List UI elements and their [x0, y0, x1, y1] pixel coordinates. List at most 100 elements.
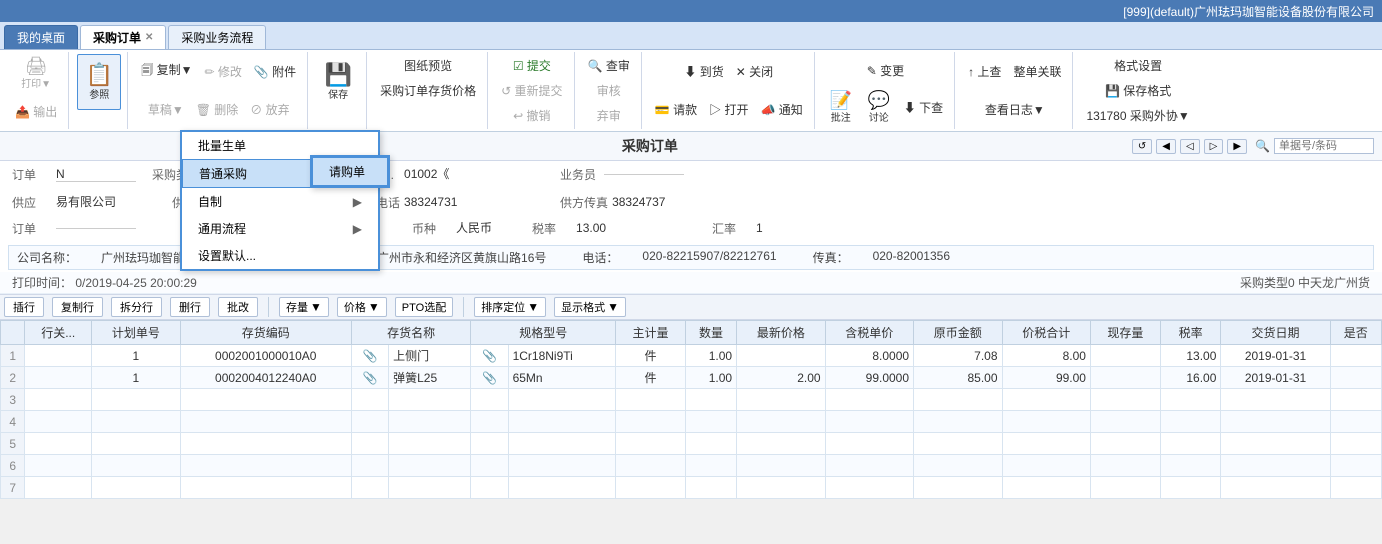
row-1-latest-price[interactable]	[737, 345, 825, 367]
open-order-button[interactable]: ▷ 打开	[704, 98, 753, 121]
row-2-unit[interactable]: 件	[616, 367, 686, 389]
row-2-inventory-code[interactable]: 0002004012240A0	[180, 367, 351, 389]
discuss-button[interactable]: 💬 讨论	[861, 88, 897, 127]
resubmit-button[interactable]: ↺ 重新提交	[496, 79, 567, 102]
row-1-current-stock[interactable]	[1090, 345, 1160, 367]
print-button[interactable]: 🖨 打印▼	[16, 54, 56, 93]
row-2-is-flag[interactable]	[1330, 367, 1381, 389]
nav-refresh-button[interactable]: ↺	[1132, 139, 1152, 154]
copy-button[interactable]: 🗐 复制▼	[136, 58, 197, 85]
display-format-dropdown[interactable]: 显示格式 ▼	[554, 297, 626, 317]
sort-dropdown[interactable]: 排序定位 ▼	[474, 297, 546, 317]
reference-button[interactable]: 📋 参照	[77, 54, 121, 110]
tab-home[interactable]: 我的桌面	[4, 25, 78, 49]
draft-label: 草稿▼	[148, 101, 184, 118]
tab-purchase-flow[interactable]: 采购业务流程	[168, 25, 266, 49]
row-2-qty[interactable]: 1.00	[685, 367, 736, 389]
row-3-c1[interactable]	[25, 389, 92, 411]
format-value-button[interactable]: 131780 采购外协▼	[1081, 104, 1194, 127]
blueprint-preview-label: 图纸预览	[404, 57, 452, 74]
down-query-button[interactable]: ⬇ 下查	[899, 96, 948, 119]
export-button[interactable]: 📤 输出	[10, 100, 62, 123]
tab-purchase-order-close[interactable]: ✕	[145, 32, 153, 43]
row-2-orig-amount[interactable]: 85.00	[914, 367, 1002, 389]
row-2-inventory-name[interactable]: 弹簧L25	[389, 367, 471, 389]
row-2-current-stock[interactable]	[1090, 367, 1160, 389]
revoke-button[interactable]: ↩ 撤销	[508, 104, 555, 127]
pto-dropdown[interactable]: PTO选配	[395, 297, 453, 317]
batch-approve-button[interactable]: 📝 批注	[823, 88, 859, 127]
dropdown-item-general-flow[interactable]: 通用流程 ▶	[182, 215, 378, 242]
copy-row-button[interactable]: 复制行	[52, 297, 103, 317]
delete-button[interactable]: 🗑 删除	[191, 98, 244, 121]
row-2-plan-num[interactable]: 1	[92, 367, 180, 389]
row-1-plan-num[interactable]: 1	[92, 345, 180, 367]
stock-dropdown[interactable]: 存量 ▼	[279, 297, 329, 317]
change-button[interactable]: ✎ 变更	[862, 59, 909, 82]
view-log-button[interactable]: 查看日志▼	[980, 98, 1050, 121]
table-row: 1 1 0002001000010A0 📎 上侧门 📎 1Cr18Ni9Ti 件…	[1, 345, 1382, 367]
draft-button[interactable]: 草稿▼	[143, 98, 189, 121]
group-change: ✎ 变更 📝 批注 💬 讨论 ⬇ 下查	[817, 52, 955, 129]
row-1-unit[interactable]: 件	[616, 345, 686, 367]
save-format-button[interactable]: 💾 保存格式	[1100, 79, 1176, 102]
row-1-tax-rate[interactable]: 13.00	[1160, 345, 1221, 367]
abandon-button[interactable]: ⊘ 放弃	[245, 98, 294, 121]
order-price-button[interactable]: 采购订单存货价格	[375, 79, 481, 102]
row-2-attach2: 📎	[471, 367, 508, 389]
reference-label: 参照	[89, 86, 109, 101]
insert-row-button[interactable]: 插行	[4, 297, 44, 317]
nav-first-button[interactable]: ◀	[1156, 139, 1176, 154]
row-1-tax-total[interactable]: 8.00	[1002, 345, 1090, 367]
row-2-delivery-date[interactable]: 2019-01-31	[1221, 367, 1330, 389]
sub-popup-request-order[interactable]: 请购单	[312, 157, 388, 186]
table-row: 5	[1, 433, 1382, 455]
modify-button[interactable]: ✏ 修改	[199, 60, 246, 83]
currency-value: 人民币	[456, 219, 516, 237]
nav-prev-button[interactable]: ◁	[1180, 139, 1200, 154]
row-2-latest-price[interactable]: 2.00	[737, 367, 825, 389]
row-1-related[interactable]	[25, 345, 92, 367]
nav-last-button[interactable]: ▶	[1227, 139, 1247, 154]
row-1-qty[interactable]: 1.00	[685, 345, 736, 367]
approve-button[interactable]: 审核	[591, 79, 627, 102]
delete-row-button[interactable]: 删行	[170, 297, 210, 317]
format-settings-button[interactable]: 格式设置	[1109, 54, 1167, 77]
save-button[interactable]: 💾 保存	[316, 54, 360, 110]
row-2-tax-rate[interactable]: 16.00	[1160, 367, 1221, 389]
tab-purchase-order[interactable]: 采购订单 ✕	[80, 25, 166, 49]
nav-whole-button[interactable]: 整单关联	[1008, 60, 1066, 83]
row-2-related[interactable]	[25, 367, 92, 389]
price-dropdown[interactable]: 价格 ▼	[337, 297, 387, 317]
batch-modify-button[interactable]: 批改	[218, 297, 258, 317]
row-1-inventory-name[interactable]: 上侧门	[389, 345, 471, 367]
row-1-delivery-date[interactable]: 2019-01-31	[1221, 345, 1330, 367]
notify-button[interactable]: 📣 通知	[755, 98, 807, 121]
row-1-spec[interactable]: 1Cr18Ni9Ti	[508, 345, 615, 367]
abandon-review-button[interactable]: 弃审	[591, 104, 627, 127]
dropdown-item-self-made-label: 自制	[198, 193, 222, 210]
row-2-spec[interactable]: 65Mn	[508, 367, 615, 389]
nav-up-button[interactable]: ↑ 上查	[963, 60, 1006, 83]
row-1-is-flag[interactable]	[1330, 345, 1381, 367]
format-value-label: 131780 采购外协▼	[1086, 107, 1189, 124]
row-1-tax-price[interactable]: 8.0000	[825, 345, 913, 367]
query-review-button[interactable]: 🔍 查审	[583, 54, 635, 77]
row-2-tax-price[interactable]: 99.0000	[825, 367, 913, 389]
attachment-button[interactable]: 📎 附件	[249, 60, 301, 83]
copy-label: 🗐 复制▼	[141, 61, 192, 82]
nav-next-button[interactable]: ▷	[1204, 139, 1224, 154]
view-log-label: 查看日志▼	[985, 101, 1045, 118]
dropdown-item-self-made[interactable]: 自制 ▶	[182, 188, 378, 215]
submit-button[interactable]: ☑ 提交	[508, 54, 556, 77]
row-1-orig-amount[interactable]: 7.08	[914, 345, 1002, 367]
arrival-button[interactable]: ⬇ 到货	[679, 60, 728, 83]
request-payment-button[interactable]: 💳 请款	[650, 98, 702, 121]
split-row-button[interactable]: 拆分行	[111, 297, 162, 317]
row-1-inventory-code[interactable]: 0002001000010A0	[180, 345, 351, 367]
close-order-button[interactable]: ✕ 关闭	[731, 60, 778, 83]
nav-search-input[interactable]	[1274, 138, 1374, 154]
dropdown-item-set-default[interactable]: 设置默认...	[182, 242, 378, 269]
blueprint-preview-button[interactable]: 图纸预览	[399, 54, 457, 77]
row-2-tax-total[interactable]: 99.00	[1002, 367, 1090, 389]
